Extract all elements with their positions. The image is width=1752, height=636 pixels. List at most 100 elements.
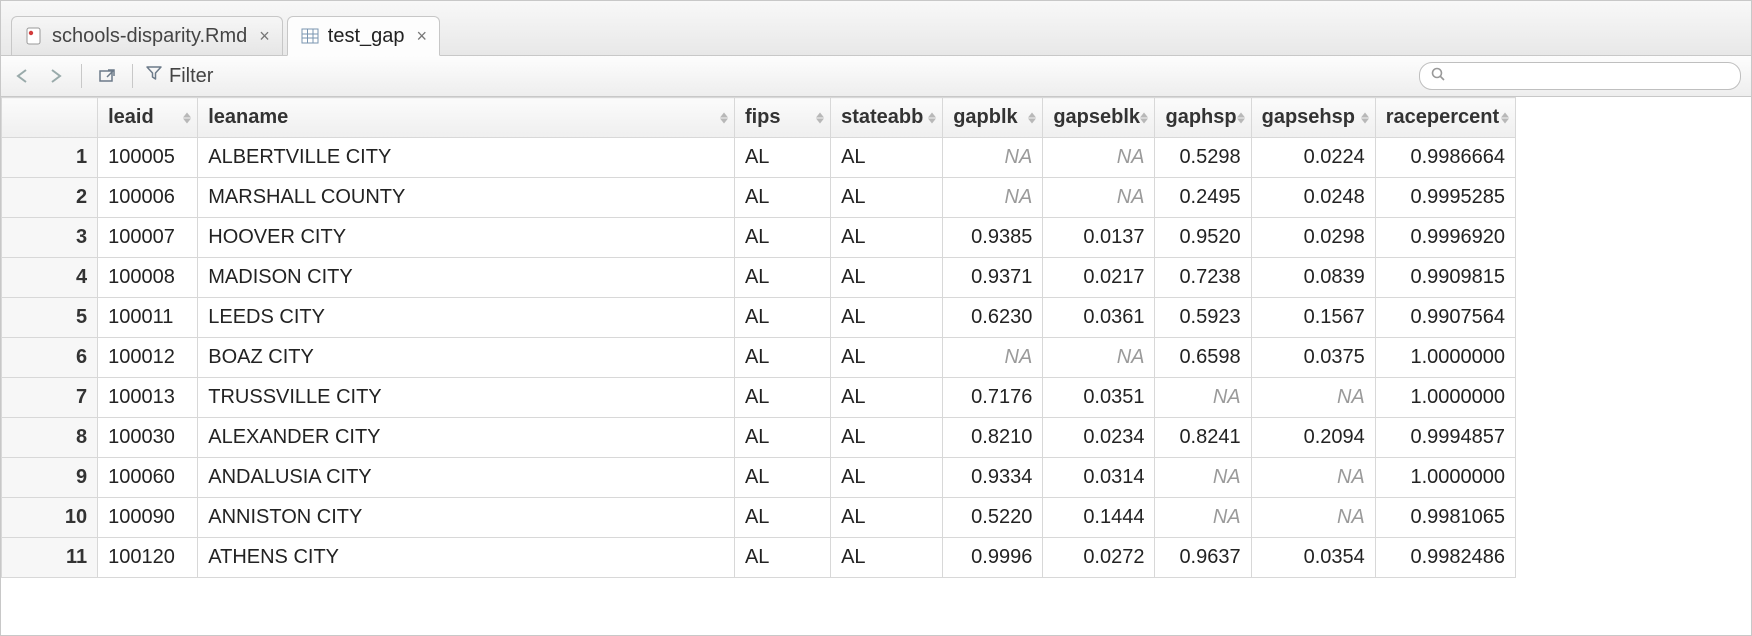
row-number[interactable]: 11 (2, 538, 98, 578)
cell-gapblk[interactable]: 0.6230 (943, 298, 1043, 338)
cell-gapblk[interactable]: NA (943, 138, 1043, 178)
table-row[interactable]: 9100060ANDALUSIA CITYALAL0.93340.0314NAN… (2, 458, 1516, 498)
cell-leaname[interactable]: ANNISTON CITY (198, 498, 735, 538)
cell-leaname[interactable]: MARSHALL COUNTY (198, 178, 735, 218)
cell-gapseblk[interactable]: 0.0351 (1043, 378, 1155, 418)
col-rownum[interactable] (2, 98, 98, 138)
table-row[interactable]: 5100011LEEDS CITYALAL0.62300.03610.59230… (2, 298, 1516, 338)
cell-leaid[interactable]: 100013 (98, 378, 198, 418)
cell-gapseblk[interactable]: 0.0137 (1043, 218, 1155, 258)
cell-stateabb[interactable]: AL (831, 418, 943, 458)
close-icon[interactable]: × (259, 26, 270, 47)
cell-leaname[interactable]: HOOVER CITY (198, 218, 735, 258)
cell-gaphsp[interactable]: 0.8241 (1155, 418, 1251, 458)
cell-gapseblk[interactable]: 0.0272 (1043, 538, 1155, 578)
cell-gapseblk[interactable]: NA (1043, 138, 1155, 178)
cell-racepercent[interactable]: 0.9995285 (1375, 178, 1515, 218)
cell-gapseblk[interactable]: 0.1444 (1043, 498, 1155, 538)
cell-leaname[interactable]: ALEXANDER CITY (198, 418, 735, 458)
cell-racepercent[interactable]: 0.9981065 (1375, 498, 1515, 538)
cell-gapsehsp[interactable]: NA (1251, 498, 1375, 538)
row-number[interactable]: 1 (2, 138, 98, 178)
cell-racepercent[interactable]: 0.9909815 (1375, 258, 1515, 298)
sort-icon[interactable] (928, 112, 936, 123)
table-row[interactable]: 2100006MARSHALL COUNTYALALNANA0.24950.02… (2, 178, 1516, 218)
cell-racepercent[interactable]: 1.0000000 (1375, 458, 1515, 498)
cell-leaid[interactable]: 100007 (98, 218, 198, 258)
sort-icon[interactable] (816, 112, 824, 123)
cell-gapblk[interactable]: 0.9334 (943, 458, 1043, 498)
cell-leaid[interactable]: 100005 (98, 138, 198, 178)
cell-stateabb[interactable]: AL (831, 258, 943, 298)
cell-gapblk[interactable]: 0.5220 (943, 498, 1043, 538)
cell-leaname[interactable]: ALBERTVILLE CITY (198, 138, 735, 178)
cell-gapblk[interactable]: 0.8210 (943, 418, 1043, 458)
row-number[interactable]: 6 (2, 338, 98, 378)
row-number[interactable]: 4 (2, 258, 98, 298)
cell-leaid[interactable]: 100060 (98, 458, 198, 498)
col-racepercent[interactable]: racepercent (1375, 98, 1515, 138)
cell-gaphsp[interactable]: NA (1155, 378, 1251, 418)
nav-back-button[interactable] (11, 65, 37, 87)
cell-gapseblk[interactable]: 0.0217 (1043, 258, 1155, 298)
table-row[interactable]: 1100005ALBERTVILLE CITYALALNANA0.52980.0… (2, 138, 1516, 178)
cell-fips[interactable]: AL (734, 378, 830, 418)
cell-gaphsp[interactable]: 0.5923 (1155, 298, 1251, 338)
cell-gapsehsp[interactable]: 0.0298 (1251, 218, 1375, 258)
col-gapseblk[interactable]: gapseblk (1043, 98, 1155, 138)
cell-fips[interactable]: AL (734, 258, 830, 298)
cell-gapsehsp[interactable]: 0.0354 (1251, 538, 1375, 578)
cell-gaphsp[interactable]: 0.6598 (1155, 338, 1251, 378)
row-number[interactable]: 10 (2, 498, 98, 538)
row-number[interactable]: 5 (2, 298, 98, 338)
row-number[interactable]: 9 (2, 458, 98, 498)
table-row[interactable]: 3100007HOOVER CITYALAL0.93850.01370.9520… (2, 218, 1516, 258)
cell-gapblk[interactable]: NA (943, 178, 1043, 218)
cell-stateabb[interactable]: AL (831, 298, 943, 338)
cell-stateabb[interactable]: AL (831, 378, 943, 418)
cell-racepercent[interactable]: 0.9986664 (1375, 138, 1515, 178)
cell-gapsehsp[interactable]: 0.1567 (1251, 298, 1375, 338)
sort-icon[interactable] (183, 112, 191, 123)
cell-gapblk[interactable]: 0.7176 (943, 378, 1043, 418)
cell-leaid[interactable]: 100006 (98, 178, 198, 218)
filter-button[interactable]: Filter (145, 64, 213, 88)
cell-gaphsp[interactable]: 0.5298 (1155, 138, 1251, 178)
cell-leaname[interactable]: MADISON CITY (198, 258, 735, 298)
popout-button[interactable] (94, 65, 120, 87)
nav-forward-button[interactable] (43, 65, 69, 87)
cell-gapseblk[interactable]: NA (1043, 178, 1155, 218)
cell-fips[interactable]: AL (734, 178, 830, 218)
col-fips[interactable]: fips (734, 98, 830, 138)
cell-leaname[interactable]: ATHENS CITY (198, 538, 735, 578)
cell-gapblk[interactable]: 0.9371 (943, 258, 1043, 298)
cell-stateabb[interactable]: AL (831, 178, 943, 218)
cell-fips[interactable]: AL (734, 138, 830, 178)
cell-leaid[interactable]: 100012 (98, 338, 198, 378)
cell-stateabb[interactable]: AL (831, 138, 943, 178)
cell-leaname[interactable]: ANDALUSIA CITY (198, 458, 735, 498)
cell-leaname[interactable]: TRUSSVILLE CITY (198, 378, 735, 418)
tab-schools-disparity[interactable]: schools-disparity.Rmd × (11, 16, 283, 55)
cell-gaphsp[interactable]: 0.9637 (1155, 538, 1251, 578)
sort-icon[interactable] (1501, 112, 1509, 123)
col-gaphsp[interactable]: gaphsp (1155, 98, 1251, 138)
cell-gapblk[interactable]: 0.9385 (943, 218, 1043, 258)
cell-leaid[interactable]: 100120 (98, 538, 198, 578)
cell-gapsehsp[interactable]: 0.0839 (1251, 258, 1375, 298)
cell-gapsehsp[interactable]: NA (1251, 458, 1375, 498)
tab-test-gap[interactable]: test_gap × (287, 16, 440, 56)
cell-gapseblk[interactable]: NA (1043, 338, 1155, 378)
cell-gaphsp[interactable]: NA (1155, 498, 1251, 538)
cell-stateabb[interactable]: AL (831, 338, 943, 378)
cell-racepercent[interactable]: 0.9907564 (1375, 298, 1515, 338)
cell-leaid[interactable]: 100008 (98, 258, 198, 298)
row-number[interactable]: 2 (2, 178, 98, 218)
cell-gaphsp[interactable]: 0.2495 (1155, 178, 1251, 218)
data-grid-viewport[interactable]: leaid leaname fips stateabb gapblk gapse… (1, 97, 1751, 635)
search-box[interactable] (1419, 62, 1741, 90)
cell-stateabb[interactable]: AL (831, 218, 943, 258)
sort-icon[interactable] (720, 112, 728, 123)
row-number[interactable]: 8 (2, 418, 98, 458)
table-row[interactable]: 11100120ATHENS CITYALAL0.99960.02720.963… (2, 538, 1516, 578)
